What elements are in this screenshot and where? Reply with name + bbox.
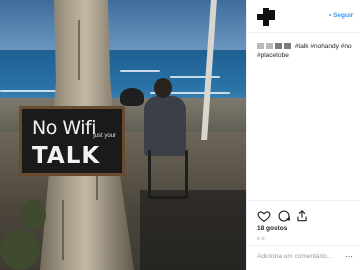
follow-button[interactable]: • Seguir — [329, 12, 353, 19]
shadow — [140, 190, 246, 270]
sign-small-text: just your — [93, 133, 116, 139]
post-photo[interactable]: No Wifi TALK just your — [0, 0, 246, 270]
person-head — [154, 78, 172, 98]
comment-input[interactable]: Adiciona um comentário... — [257, 253, 332, 260]
heart-icon[interactable] — [257, 209, 271, 223]
hat — [120, 88, 144, 106]
username-blur[interactable] — [257, 43, 264, 49]
more-options-icon[interactable]: ··· — [345, 252, 353, 261]
avatar[interactable] — [257, 8, 275, 26]
share-icon[interactable] — [295, 209, 309, 223]
post-date: 9 D — [257, 236, 265, 241]
sign-text-line2: TALK — [32, 143, 101, 169]
comment-icon[interactable] — [277, 209, 291, 223]
sign-text-line1: No Wifi — [32, 117, 97, 139]
chair — [148, 150, 188, 199]
divider — [247, 245, 360, 246]
post-side-panel: • Seguir #talk #nohandy #no #placetobe 1… — [246, 0, 360, 270]
caption: #talk #nohandy #no #placetobe — [257, 42, 360, 60]
likes-count[interactable]: 18 gostos — [257, 225, 287, 232]
person — [144, 96, 186, 156]
sign-board: No Wifi TALK just your — [19, 106, 125, 176]
divider — [247, 32, 360, 33]
divider — [247, 200, 360, 201]
